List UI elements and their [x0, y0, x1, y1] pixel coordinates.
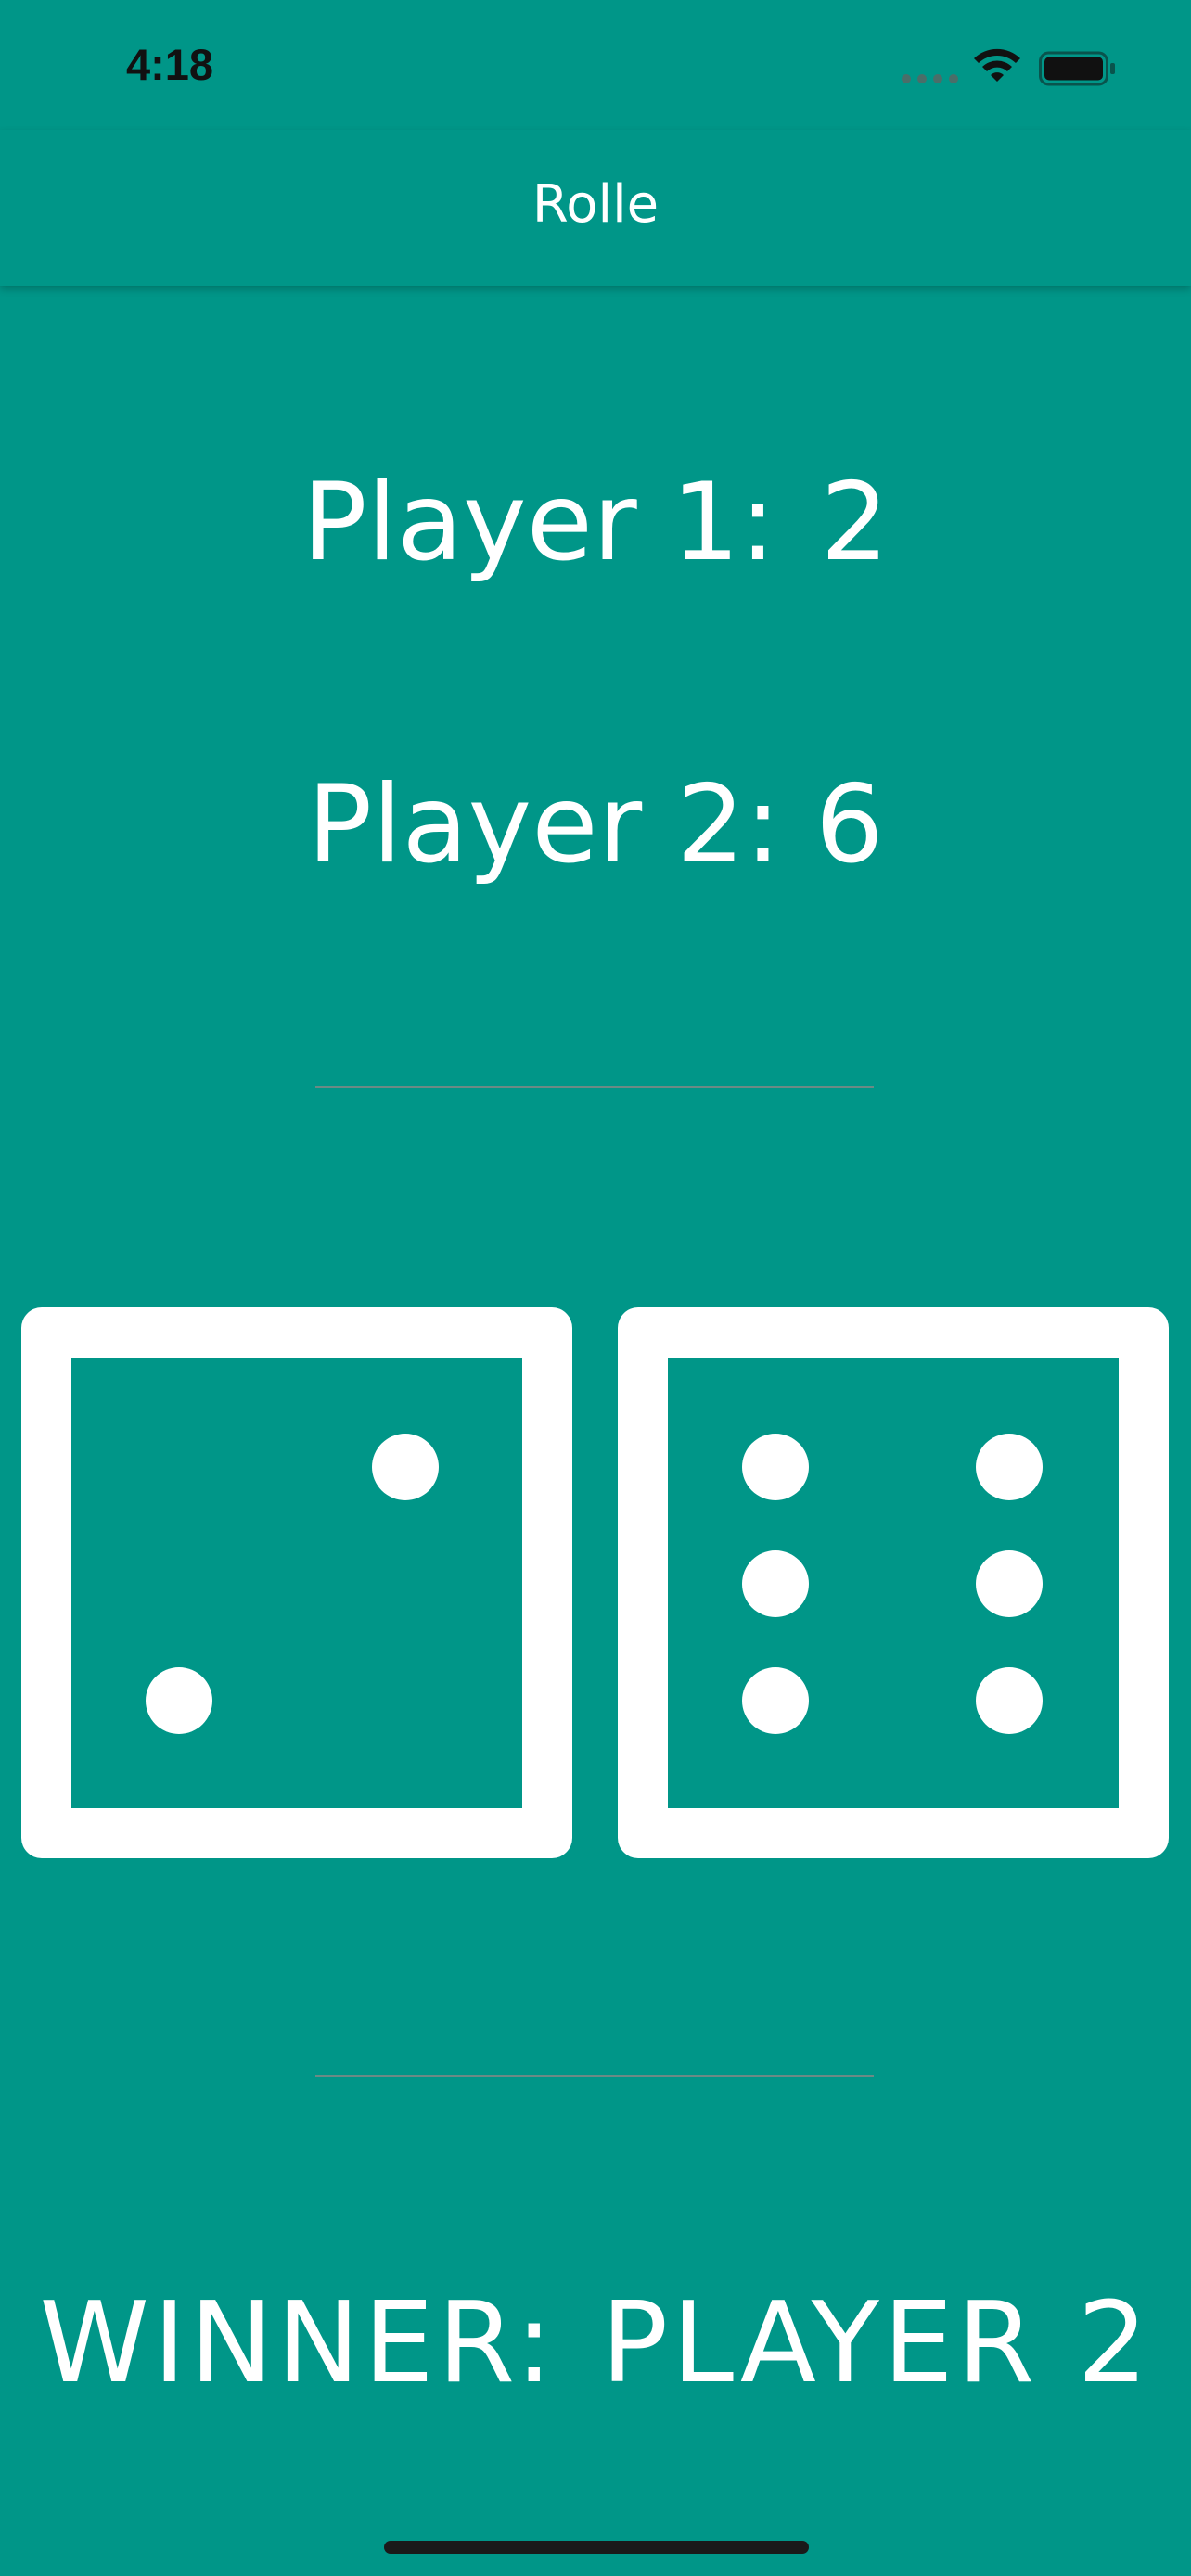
- dice-pip: [742, 1550, 809, 1617]
- dice-left-button[interactable]: [21, 1307, 572, 1858]
- wifi-icon: [974, 48, 1020, 82]
- player1-score: Player 1: 2: [0, 469, 1191, 577]
- status-time: 4:18: [126, 40, 214, 89]
- dice-pip: [146, 1667, 212, 1734]
- winner-text: WINNER: PLAYER 2: [0, 2289, 1191, 2400]
- player2-score: Player 2: 6: [0, 772, 1191, 879]
- player1-label: Player 1:: [301, 460, 776, 585]
- cellular-signal-icon: [902, 74, 958, 83]
- player1-value: 2: [820, 460, 890, 585]
- app-bar: Rolle: [0, 130, 1191, 286]
- battery-icon: [1039, 51, 1115, 86]
- player2-value: 6: [814, 762, 884, 887]
- divider-bottom: [315, 2075, 874, 2077]
- dice-right-face: [668, 1358, 1119, 1808]
- divider-top: [315, 1086, 874, 1088]
- dice-pip: [742, 1434, 809, 1500]
- player2-label: Player 2:: [307, 762, 782, 887]
- dice-pip: [976, 1434, 1043, 1500]
- status-bar: 4:18: [0, 0, 1191, 130]
- winner-value: PLAYER 2: [600, 2279, 1152, 2408]
- app-title: Rolle: [531, 174, 660, 235]
- dice-right-button[interactable]: [618, 1307, 1169, 1858]
- dice-pip: [976, 1667, 1043, 1734]
- home-indicator[interactable]: [384, 2541, 809, 2554]
- dice-pip: [742, 1667, 809, 1734]
- winner-label: WINNER:: [39, 2279, 557, 2408]
- dice-pip: [372, 1434, 439, 1500]
- dice-pip: [976, 1550, 1043, 1617]
- dice-left-face: [71, 1358, 522, 1808]
